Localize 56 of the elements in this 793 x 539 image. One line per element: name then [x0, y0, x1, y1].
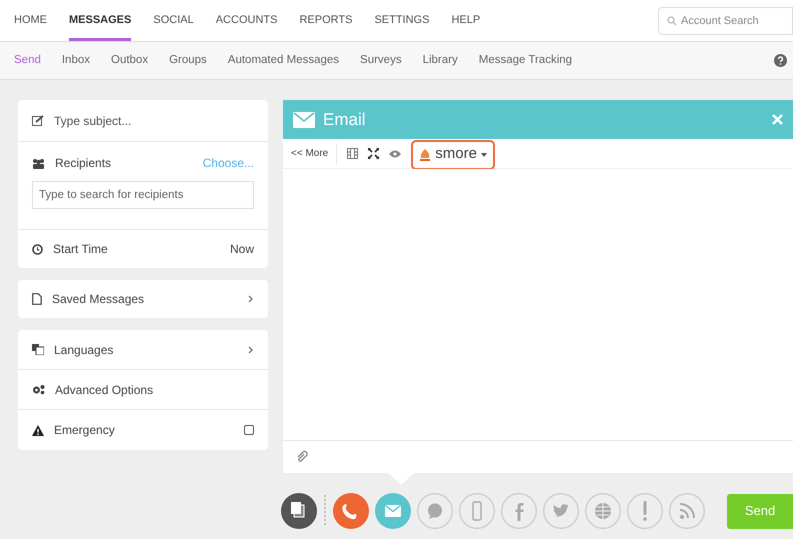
- sub-nav-tab[interactable]: Inbox: [62, 52, 90, 70]
- facebook-icon[interactable]: [501, 493, 537, 529]
- templates-icon[interactable]: [281, 493, 317, 529]
- nav-tab[interactable]: SOCIAL: [153, 0, 194, 41]
- subject-field[interactable]: Type subject...: [54, 112, 254, 130]
- sub-nav-tab[interactable]: Message Tracking: [478, 52, 572, 70]
- option-item[interactable]: Advanced Options: [55, 380, 154, 398]
- flame-icon: [419, 148, 432, 162]
- recipients-label: Recipients: [55, 155, 112, 172]
- chat-bubble-icon[interactable]: [417, 493, 453, 529]
- close-icon[interactable]: [772, 114, 783, 125]
- sub-nav-tab[interactable]: Surveys: [360, 52, 402, 70]
- envelope-icon[interactable]: [375, 493, 411, 529]
- sub-nav-tab[interactable]: Send: [14, 52, 41, 70]
- more-button[interactable]: << More: [291, 144, 338, 164]
- document-icon: [32, 293, 42, 305]
- sub-nav-tab[interactable]: Outbox: [111, 52, 148, 70]
- sub-nav-tab[interactable]: Automated Messages: [228, 52, 340, 70]
- envelope-icon: [293, 112, 315, 128]
- nav-tab[interactable]: SETTINGS: [374, 0, 430, 41]
- clock-icon: [32, 244, 43, 254]
- caret-icon: [480, 152, 487, 156]
- paperclip-icon[interactable]: [295, 449, 311, 465]
- nav-tab[interactable]: ACCOUNTS: [216, 0, 278, 41]
- globe-icon[interactable]: [585, 493, 621, 529]
- gears-icon: [32, 384, 45, 395]
- edit-icon: [32, 115, 44, 126]
- chevron-icon: [248, 346, 254, 354]
- chevron-icon: [248, 295, 254, 303]
- exclamation-icon[interactable]: [627, 493, 663, 529]
- panel-title: Email: [323, 108, 366, 131]
- checkbox[interactable]: [244, 425, 254, 435]
- fullscreen-icon[interactable]: [368, 148, 380, 159]
- account-search-field[interactable]: Account Search: [658, 6, 793, 34]
- mobile-phone-icon[interactable]: [459, 493, 495, 529]
- phone-icon[interactable]: [333, 493, 369, 529]
- sub-nav-tab[interactable]: Groups: [169, 52, 207, 70]
- start-time-value: Now: [230, 241, 254, 258]
- nav-tab[interactable]: REPORTS: [299, 0, 352, 41]
- bird-icon[interactable]: [543, 493, 579, 529]
- people-icon: [32, 158, 45, 168]
- nav-tab[interactable]: HELP: [451, 0, 480, 41]
- help-icon[interactable]: [774, 54, 787, 67]
- recipients-search-field[interactable]: Type to search for recipients: [32, 181, 254, 209]
- sub-nav-tab[interactable]: Library: [422, 52, 458, 70]
- warning-icon: [32, 424, 44, 436]
- option-item[interactable]: Languages: [54, 340, 114, 358]
- translate-icon: [32, 344, 44, 355]
- start-time-label: Start Time: [53, 241, 108, 258]
- layout-icon[interactable]: [347, 148, 358, 159]
- option-label: Emergency: [54, 422, 115, 439]
- eye-icon[interactable]: [389, 150, 402, 158]
- rss-icon[interactable]: [669, 493, 705, 529]
- saved-messages-item[interactable]: Saved Messages: [18, 280, 268, 318]
- search-icon: [667, 16, 677, 26]
- nav-tab[interactable]: HOME: [14, 0, 47, 41]
